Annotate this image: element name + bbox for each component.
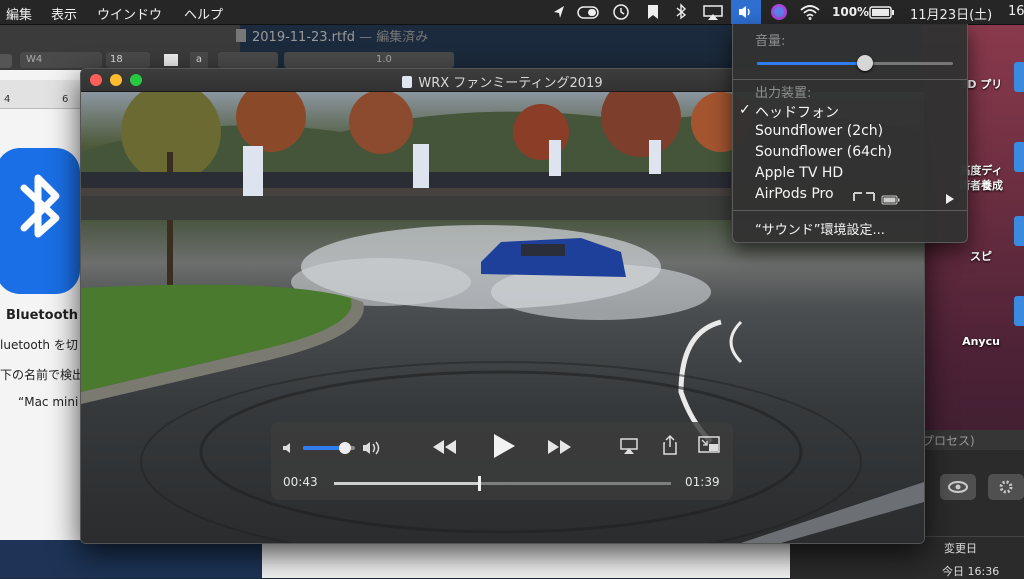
elapsed-time: 00:43 [283,475,318,489]
volume-dropdown-menu: 音量: 出力装置: ✓ ヘッドフォン Soundflower (2ch) Sou… [732,24,968,243]
time-machine-icon[interactable] [611,3,631,21]
airpods-icon [851,189,877,203]
toolbar-control[interactable] [0,54,12,68]
device-apple-tv[interactable]: Apple TV HD [755,165,843,181]
doc-line-1: luetooth を切 [0,338,78,352]
bluetooth-icon[interactable] [674,3,688,21]
timeline-scrubber[interactable] [334,476,671,491]
battery-icon[interactable] [869,3,895,21]
menu-bar: 編集 表示 ウインドウ ヘルプ 100% 11月23日(土) 16 [0,0,1024,25]
battery-percent: 100% [832,5,870,19]
editor-toolbar: W4 18 a [0,24,278,70]
clock-date[interactable]: 11月23日(土) [910,4,992,23]
bookmark-icon[interactable] [646,3,660,21]
finder-process-header: プロセス) [922,430,1024,450]
menu-window[interactable]: ウインドウ [97,4,162,23]
desktop-file-icon[interactable] [1014,296,1024,326]
location-icon[interactable] [552,3,566,21]
device-soundflower-64ch[interactable]: Soundflower (64ch) [755,144,892,160]
playhead[interactable] [477,476,481,491]
document-icon [236,29,246,42]
bluetooth-logo-image [0,148,80,294]
text-color-swatch[interactable] [164,54,178,66]
output-volume-slider[interactable] [757,55,953,71]
volume-low-icon[interactable] [281,440,297,456]
bluetooth-heading: Bluetooth : [6,308,88,323]
sound-preferences-item[interactable]: “サウンド”環境設定... [755,219,885,238]
volume-header: 音量: [755,34,786,49]
play-button[interactable] [491,432,517,460]
device-soundflower-2ch[interactable]: Soundflower (2ch) [755,123,883,139]
list-style-select[interactable] [416,52,452,68]
editor-document[interactable] [0,70,82,540]
background-window [262,540,790,578]
share-icon[interactable] [661,434,679,456]
desktop-item-anycu[interactable]: Anycu [938,335,1024,348]
volume-menu-extra[interactable] [731,0,761,24]
wifi-icon[interactable] [799,3,821,21]
fast-forward-button[interactable] [547,437,573,457]
menu-help[interactable]: ヘルプ [184,4,223,23]
volume-slider-knob[interactable] [338,442,351,454]
output-device-header: 出力装置: [755,86,812,101]
device-airpods-pro[interactable]: AirPods Pro [755,186,834,202]
desktop-strip [0,540,262,578]
font-style-select[interactable]: W4 [20,52,102,68]
checkmark-icon: ✓ [739,102,751,118]
airpods-battery-icon [881,190,901,205]
menu-separator [733,210,967,211]
playback-controls[interactable]: 00:43 01:39 [271,422,733,500]
doc-line-2: 下の名前で検出 [0,368,85,382]
ruler: 4 6 [0,80,82,109]
toggle-icon[interactable] [577,3,599,21]
gear-icon[interactable] [988,474,1024,500]
menu-separator [733,79,967,80]
highlight-color-button[interactable]: a [190,52,208,68]
clock-time[interactable]: 16 [1008,4,1024,19]
movie-file-icon [402,76,413,88]
remaining-time: 01:39 [685,475,720,489]
menu-edit[interactable]: 編集 [6,4,32,23]
bold-italic-underline[interactable] [218,52,278,68]
output-volume-knob[interactable] [856,55,873,71]
timeline-played [334,482,479,485]
finder-row-date: 今日 16:36 [942,565,1000,578]
desktop-file-icon[interactable] [1014,216,1024,246]
eye-icon[interactable] [940,474,976,500]
speaker-icon [739,6,750,18]
airplay-icon[interactable] [619,436,639,456]
picture-in-picture-icon[interactable] [697,435,721,455]
column-header-modified[interactable]: 変更日 [922,536,1024,557]
line-spacing-select[interactable]: 1.0 [372,52,408,68]
volume-slider[interactable] [303,442,355,454]
device-headphones[interactable]: ヘッドフォン [755,102,839,122]
desktop-item-speed[interactable]: スピ [938,248,1024,264]
doc-line-3: “Mac mini [18,395,79,409]
menu-view[interactable]: 表示 [51,4,77,23]
editor-window-title: 2019-11-23.rtfd — 編集済み [236,26,428,45]
airplay-display-icon[interactable] [702,3,724,21]
volume-high-icon[interactable] [361,438,385,458]
rewind-button[interactable] [431,437,457,457]
output-volume-fill [757,62,865,65]
submenu-arrow-icon [945,190,955,204]
siri-icon[interactable] [769,3,789,21]
font-size-select[interactable]: 18 [106,52,150,68]
